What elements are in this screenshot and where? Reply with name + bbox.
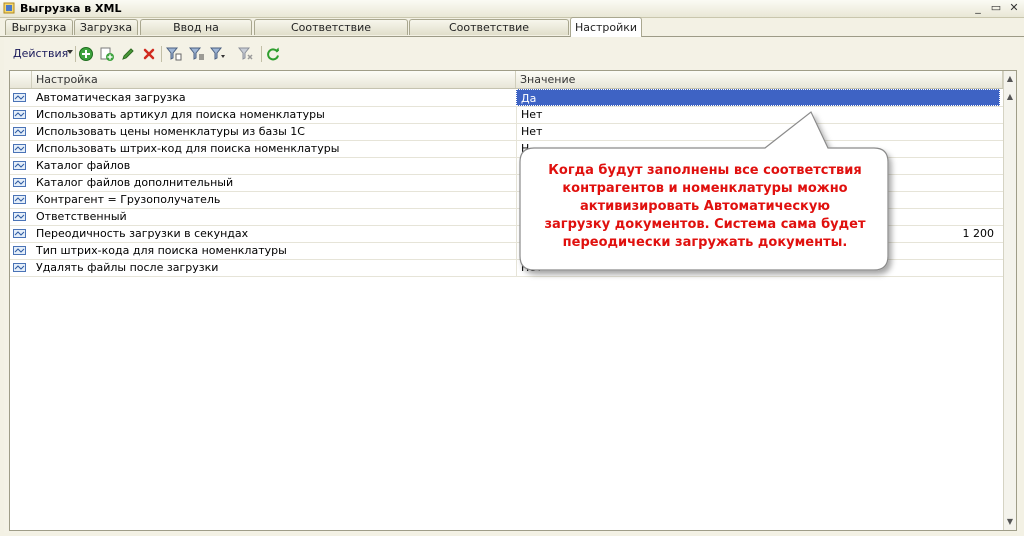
actions-menu[interactable]: Действия <box>13 47 68 60</box>
maximize-button[interactable]: ▭ <box>988 1 1004 15</box>
chevron-down-icon[interactable] <box>67 50 73 54</box>
tab-counterparty-match[interactable]: Соответствие контрагентов <box>254 19 408 49</box>
setting-row-icon <box>13 246 26 255</box>
copy-icon[interactable] <box>99 46 115 62</box>
clear-filter-icon[interactable] <box>238 46 254 62</box>
setting-value[interactable]: Н <box>516 140 1000 157</box>
toolbar-separator <box>261 46 262 62</box>
table-row[interactable]: Использовать штрих-код для поиска номенк… <box>10 140 1003 158</box>
header-icon-column <box>10 71 32 88</box>
delete-icon[interactable] <box>141 46 157 62</box>
table-row[interactable]: Использовать артикул для поиска номенкла… <box>10 106 1003 124</box>
refresh-icon[interactable] <box>265 46 281 62</box>
setting-row-icon <box>13 263 26 272</box>
tab-import[interactable]: Загрузка <box>74 19 138 35</box>
callout-line: контрагентов и номенклатуры можно <box>562 181 848 196</box>
setting-name: Контрагент = Грузополучатель <box>36 193 221 206</box>
setting-value[interactable]: Да <box>516 89 1000 106</box>
setting-name: Удалять файлы после загрузки <box>36 261 219 274</box>
table-header: Настройка Значение <box>10 71 1003 89</box>
toolbar: Действия <box>4 44 304 64</box>
setting-name: Использовать цены номенклатуры из базы 1… <box>36 125 305 138</box>
settings-table[interactable]: Настройка Значение Автоматическая загруз… <box>9 70 1017 531</box>
setting-row-icon <box>13 93 26 102</box>
window-title: Выгрузка в XML <box>20 2 122 15</box>
setting-value[interactable]: Нет <box>516 106 1000 123</box>
scroll-up-icon[interactable]: ▲ <box>1004 72 1016 86</box>
minimize-button[interactable]: _ <box>970 1 986 15</box>
callout-line: Когда будут заполнены все соответствия <box>548 163 862 178</box>
tab-input-basis[interactable]: Ввод на основании <box>140 19 252 49</box>
callout-line: переодически загружать документы. <box>562 235 848 250</box>
setting-value[interactable]: Нет <box>516 259 1000 276</box>
setting-row-icon <box>13 161 26 170</box>
title-bar: Выгрузка в XML _ ▭ ✕ <box>0 0 1024 18</box>
setting-row-icon <box>13 195 26 204</box>
setting-name: Использовать артикул для поиска номенкла… <box>36 108 325 121</box>
setting-name: Ответственный <box>36 210 127 223</box>
toolbar-separator <box>75 46 76 62</box>
tab-bar: Выгрузка Загрузка Ввод на основании Соот… <box>0 17 1024 49</box>
setting-row-icon <box>13 212 26 221</box>
tab-export[interactable]: Выгрузка <box>5 19 73 35</box>
toolbar-separator <box>161 46 162 62</box>
table-row[interactable]: Удалять файлы после загрузки Нет <box>10 259 1003 277</box>
setting-name: Каталог файлов дополнительный <box>36 176 234 189</box>
table-row[interactable]: Автоматическая загрузка Да <box>10 89 1003 107</box>
setting-row-icon <box>13 127 26 136</box>
setting-name: Использовать штрих-код для поиска номенк… <box>36 142 340 155</box>
edit-icon[interactable] <box>120 46 136 62</box>
scroll-down-icon[interactable]: ▼ <box>1004 515 1016 529</box>
vertical-scrollbar[interactable]: ▲ ▲ ▼ <box>1003 71 1016 530</box>
table-row[interactable]: Использовать цены номенклатуры из базы 1… <box>10 123 1003 141</box>
callout-line: активизировать Автоматическую <box>580 199 830 214</box>
app-icon <box>3 2 15 14</box>
header-setting[interactable]: Настройка <box>32 71 516 88</box>
setting-row-icon <box>13 144 26 153</box>
setting-name: Каталог файлов <box>36 159 131 172</box>
callout-text: Когда будут заполнены все соответствия к… <box>540 162 870 252</box>
setting-row-icon <box>13 229 26 238</box>
close-window-button[interactable]: ✕ <box>1006 1 1022 15</box>
setting-value[interactable]: Нет <box>516 123 1000 140</box>
setting-name: Переодичность загрузки в секундах <box>36 227 249 240</box>
filter-list-icon[interactable] <box>189 46 205 62</box>
filter-icon[interactable] <box>166 46 182 62</box>
setting-row-icon <box>13 178 26 187</box>
header-value[interactable]: Значение <box>516 71 1003 88</box>
callout-line: загрузку документов. Система сама будет <box>544 217 866 232</box>
add-icon[interactable] <box>78 46 94 62</box>
tab-nomenclature-match[interactable]: Соответствие номенклатуры <box>409 19 569 49</box>
filter-dropdown-icon[interactable] <box>210 46 226 62</box>
scroll-thumb[interactable]: ▲ <box>1004 90 1016 104</box>
setting-row-icon <box>13 110 26 119</box>
tab-settings[interactable]: Настройки <box>570 17 642 37</box>
setting-name: Автоматическая загрузка <box>36 91 186 104</box>
setting-name: Тип штрих-кода для поиска номенклатуры <box>36 244 287 257</box>
